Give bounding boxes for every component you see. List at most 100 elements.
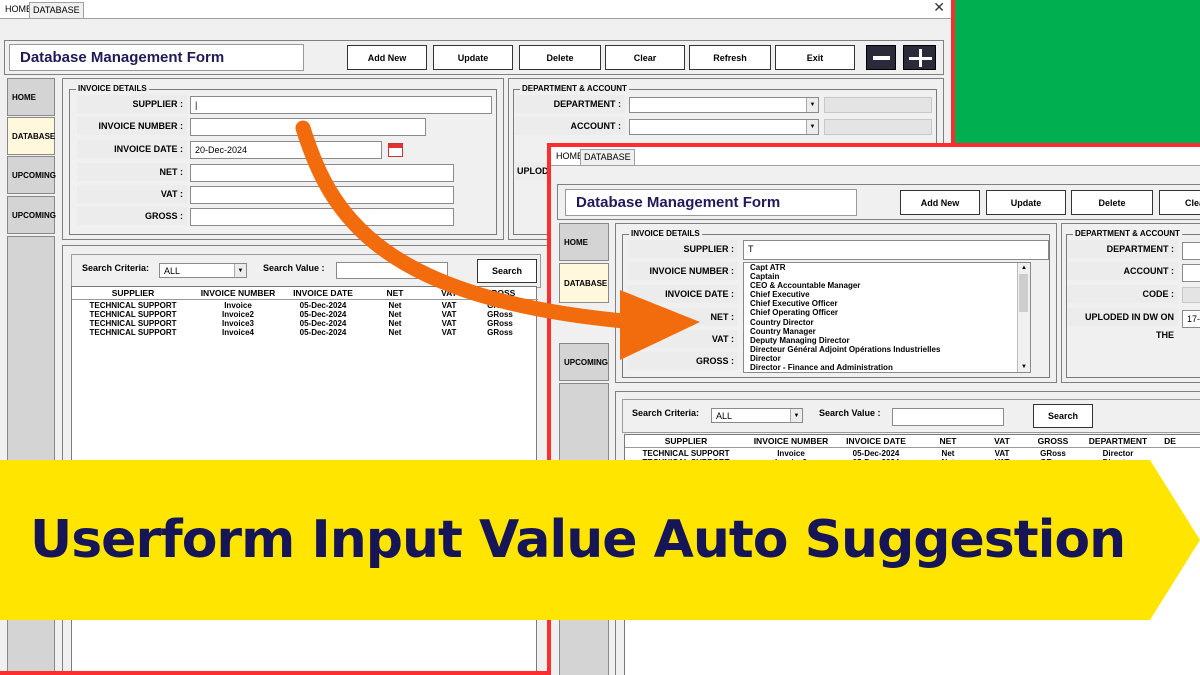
- search-criteria-dropdown-2[interactable]: ALL ▼: [711, 408, 803, 423]
- suggestion-item[interactable]: Deputy Managing Director: [744, 336, 1030, 345]
- add-new-button-2[interactable]: Add New: [900, 190, 980, 215]
- vat-input[interactable]: [190, 186, 454, 204]
- scroll-thumb[interactable]: [1019, 274, 1028, 312]
- header-net: NET: [386, 288, 404, 298]
- invoice-details-frame: INVOICE DETAILS SUPPLIER : | INVOICE NUM…: [62, 78, 504, 240]
- table-row[interactable]: TECHNICAL SUPPORT Invoice3 05-Dec-2024 Net V…: [72, 319, 528, 328]
- chevron-down-icon[interactable]: ▼: [790, 409, 802, 422]
- search-criteria-dropdown[interactable]: ALL ▼: [159, 263, 247, 278]
- header-bar-2: Database Management Form Add New Update …: [557, 184, 1200, 220]
- chevron-down-icon[interactable]: ▼: [806, 120, 818, 134]
- department-label: DEPARTMENT :: [515, 95, 625, 113]
- search-value-input[interactable]: [336, 262, 448, 279]
- search-button-2[interactable]: Search: [1033, 404, 1093, 428]
- suggestion-item[interactable]: Captain: [744, 272, 1030, 281]
- suggestion-item[interactable]: CEO & Accountable Manager: [744, 281, 1030, 290]
- suggestion-item[interactable]: Country Manager: [744, 327, 1030, 336]
- gross-input[interactable]: [190, 208, 454, 226]
- calendar-icon[interactable]: [388, 143, 403, 157]
- update-button-2[interactable]: Update: [986, 190, 1066, 215]
- chevron-down-icon[interactable]: ▼: [234, 264, 246, 277]
- suggestion-item[interactable]: Chief Executive: [744, 290, 1030, 299]
- supplier-label-2: SUPPLIER :: [628, 240, 738, 258]
- title-banner: Userform Input Value Auto Suggestion: [0, 460, 1200, 620]
- suggestion-item[interactable]: Directeur Général Adjoint Opérations Ind…: [744, 345, 1030, 354]
- close-icon[interactable]: ✕: [933, 0, 945, 16]
- add-new-button[interactable]: Add New: [347, 45, 427, 70]
- invoice-number-label-2: INVOICE NUMBER :: [628, 262, 738, 280]
- table-row[interactable]: TECHNICAL SUPPORTInvoice205-Dec-2024NetV…: [72, 310, 528, 319]
- invoice-number-label: INVOICE NUMBER :: [77, 117, 187, 135]
- department-dropdown-2[interactable]: [1182, 242, 1200, 260]
- invoice-number-input[interactable]: [190, 118, 426, 136]
- supplier-input-2[interactable]: T: [743, 240, 1049, 260]
- code-label-2: CODE :: [1068, 285, 1178, 303]
- search-value-input-2[interactable]: [892, 408, 1004, 426]
- account-extra: [824, 119, 932, 135]
- suggestion-item[interactable]: Capt ATR: [744, 263, 1030, 272]
- nav-database[interactable]: DATABASE: [7, 117, 55, 155]
- update-button[interactable]: Update: [433, 45, 513, 70]
- invoice-date-label-2: INVOICE DATE :: [628, 285, 738, 303]
- table-row[interactable]: TECHNICAL SUPPORT Invoice4 05-Dec-2024 Net V…: [72, 328, 528, 337]
- search-button[interactable]: Search: [477, 259, 537, 283]
- uploaded-field-2[interactable]: 17-: [1182, 310, 1200, 328]
- nav-database-2[interactable]: DATABASE: [559, 263, 609, 303]
- tab-database[interactable]: DATABASE: [29, 2, 84, 18]
- tab-strip: HOME DATABASE ✕: [0, 0, 951, 19]
- uploaded-label: UPLOD: [515, 162, 551, 180]
- invoice-details-frame-2: INVOICE DETAILS SUPPLIER : T INVOICE NUM…: [615, 223, 1057, 383]
- maximize-icon[interactable]: [903, 45, 936, 70]
- department-label-2: DEPARTMENT :: [1068, 240, 1178, 258]
- header-vat: VAT: [441, 288, 457, 298]
- banner-title: Userform Input Value Auto Suggestion: [30, 510, 1126, 570]
- tab-strip-2: HOME DATABASE: [551, 147, 1200, 166]
- account-label: ACCOUNT :: [515, 117, 625, 135]
- search-value-label: Search Value :: [263, 263, 325, 273]
- form-title-2: Database Management Form: [565, 189, 857, 216]
- invoice-date-label: INVOICE DATE :: [77, 140, 187, 158]
- suggestion-item[interactable]: Chief Executive Officer: [744, 299, 1030, 308]
- exit-button[interactable]: Exit: [775, 45, 855, 70]
- refresh-button[interactable]: Refresh: [689, 45, 771, 70]
- header-bar: Database Management Form Add New Update …: [4, 40, 944, 75]
- net-input[interactable]: [190, 164, 454, 182]
- nav-upcoming-2[interactable]: UPCOMING: [7, 196, 56, 234]
- suggestion-item[interactable]: Country Director: [744, 318, 1030, 327]
- table-row[interactable]: TECHNICAL SUPPORT Invoice 05-Dec-2024 Net VA…: [625, 449, 1155, 458]
- search-value-label-2: Search Value :: [819, 408, 881, 418]
- nav-home-2[interactable]: HOME: [559, 223, 609, 261]
- clear-button-2[interactable]: Clea: [1159, 190, 1200, 215]
- net-label: NET :: [77, 163, 187, 181]
- suggestion-list[interactable]: Capt ATR Captain CEO & Accountable Manag…: [743, 262, 1031, 373]
- nav-upcoming[interactable]: UPCOMING: [7, 156, 56, 194]
- form-title: Database Management Form: [9, 44, 304, 71]
- account-dropdown-2[interactable]: [1182, 264, 1200, 282]
- nav-upcoming-2b[interactable]: UPCOMING: [559, 343, 609, 381]
- scroll-up-icon[interactable]: ▲: [1018, 263, 1030, 273]
- suggestion-item[interactable]: Director - Finance and Administration: [744, 363, 1030, 372]
- invoice-date-input[interactable]: 20-Dec-2024: [190, 141, 382, 159]
- delete-button-2[interactable]: Delete: [1071, 190, 1153, 215]
- vat-label-2: VAT :: [628, 330, 738, 348]
- table-row[interactable]: TECHNICAL SUPPORT Invoice 05-Dec-2024 Net VA…: [72, 301, 528, 310]
- tab-database-2[interactable]: DATABASE: [580, 149, 635, 165]
- chevron-down-icon[interactable]: ▼: [806, 98, 818, 112]
- minimize-icon[interactable]: [866, 45, 896, 70]
- department-account-legend: DEPARTMENT & ACCOUNT: [520, 84, 629, 93]
- suggestion-scrollbar[interactable]: ▲ ▼: [1017, 263, 1030, 372]
- delete-button[interactable]: Delete: [519, 45, 601, 70]
- scroll-down-icon[interactable]: ▼: [1018, 362, 1030, 372]
- header-gross: GROSS: [484, 288, 516, 298]
- suggestion-item[interactable]: Chief Operating Officer: [744, 308, 1030, 317]
- suggestion-item[interactable]: Director: [744, 354, 1030, 363]
- header-invoice-date: INVOICE DATE: [293, 288, 353, 298]
- search-criteria-label: Search Criteria:: [82, 263, 150, 273]
- account-dropdown[interactable]: ▼: [629, 119, 819, 135]
- department-dropdown[interactable]: ▼: [629, 97, 819, 113]
- clear-button[interactable]: Clear: [605, 45, 685, 70]
- supplier-input[interactable]: |: [190, 96, 492, 114]
- nav-home[interactable]: HOME: [7, 78, 55, 116]
- gross-label-2: GROSS :: [628, 352, 738, 370]
- vat-label: VAT :: [77, 185, 187, 203]
